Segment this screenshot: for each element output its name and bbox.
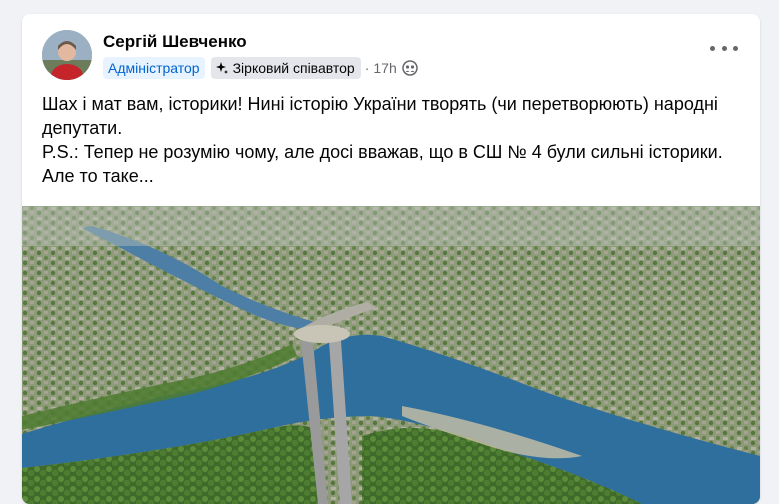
- post-timestamp[interactable]: 17h: [373, 60, 396, 76]
- meta-separator: ·: [364, 60, 370, 76]
- post-meta: Адміністратор Зірковий співавтор · 17h: [103, 56, 418, 80]
- post-text-line: Шах і мат вам, історики! Нині історію Ук…: [42, 94, 718, 138]
- author-name[interactable]: Сергій Шевченко: [103, 32, 247, 52]
- sparkle-icon: [215, 62, 228, 74]
- more-options-button[interactable]: [710, 40, 738, 56]
- top-contributor-badge[interactable]: Зірковий співавтор: [210, 57, 361, 79]
- post-photo[interactable]: [22, 206, 760, 504]
- post-text-line: P.S.: Тепер не розумію чому, але досі вв…: [42, 142, 723, 186]
- top-contributor-label: Зірковий співавтор: [232, 60, 355, 76]
- post-text: Шах і мат вам, історики! Нині історію Ук…: [42, 92, 742, 188]
- author-avatar[interactable]: [42, 30, 92, 80]
- post-card: Сергій Шевченко Адміністратор Зірковий с…: [22, 14, 760, 504]
- group-audience-icon[interactable]: [401, 60, 418, 76]
- more-options-icon: [710, 45, 715, 51]
- admin-badge[interactable]: Адміністратор: [103, 57, 205, 79]
